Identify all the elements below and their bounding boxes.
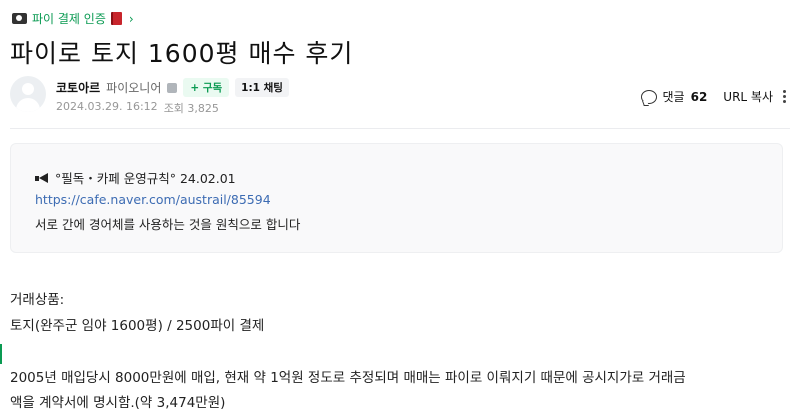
avatar[interactable] (10, 76, 46, 112)
content-line-4: 액을 계약서에 명시함.(약 3,474만원) (10, 395, 226, 411)
notice-link[interactable]: https://cafe.naver.com/austrail/85594 (35, 192, 271, 207)
comment-icon[interactable] (640, 89, 657, 104)
chevron-right-icon: › (128, 11, 134, 26)
comment-label[interactable]: 댓글 (663, 88, 685, 105)
article-tools: 댓글 62 URL 복사 (640, 88, 786, 105)
author-row: 코토아르 파이오니어 + 구독 1:1 채팅 (56, 78, 289, 97)
author-level: 파이오니어 (106, 81, 162, 95)
book-icon (110, 12, 122, 25)
notice-heading: °필독・카페 운영규칙° 24.02.01 (35, 168, 236, 187)
more-options-icon[interactable] (783, 90, 786, 103)
post-date: 2024.03.29. 16:12 (56, 100, 158, 113)
url-copy-button[interactable]: URL 복사 (723, 88, 773, 105)
divider (10, 128, 790, 129)
megaphone-icon (35, 173, 49, 183)
follow-button[interactable]: + 구독 (183, 78, 230, 97)
chat-button[interactable]: 1:1 채팅 (235, 78, 289, 97)
post-title: 파이로 토지 1600평 매수 후기 (10, 39, 354, 68)
content-line-3: 2005년 매입당시 8000만원에 매입, 현재 약 1억원 정도로 추정되며… (10, 370, 686, 386)
content-line-1: 거래상품: (10, 292, 65, 308)
author-name[interactable]: 코토아르 (56, 79, 100, 96)
text-caret (0, 344, 2, 364)
notice-text: 서로 간에 경어체를 사용하는 것을 원칙으로 합니다 (35, 217, 301, 232)
breadcrumb-label[interactable]: 파이 결제 인증 (32, 10, 106, 27)
post-meta: 2024.03.29. 16:12 조회 3,825 (56, 100, 219, 116)
content-line-2: 토지(완주군 임야 1600평) / 2500파이 결제 (10, 318, 265, 334)
breadcrumb[interactable]: 파이 결제 인증 › (12, 10, 134, 27)
comment-count[interactable]: 62 (691, 90, 708, 104)
post-views: 조회 3,825 (163, 102, 219, 115)
notice-heading-text: °필독・카페 운영규칙° 24.02.01 (55, 171, 236, 186)
notice-box: °필독・카페 운영규칙° 24.02.01 https://cafe.naver… (10, 143, 783, 253)
level-badge-icon (167, 82, 178, 93)
camera-icon (12, 13, 27, 24)
